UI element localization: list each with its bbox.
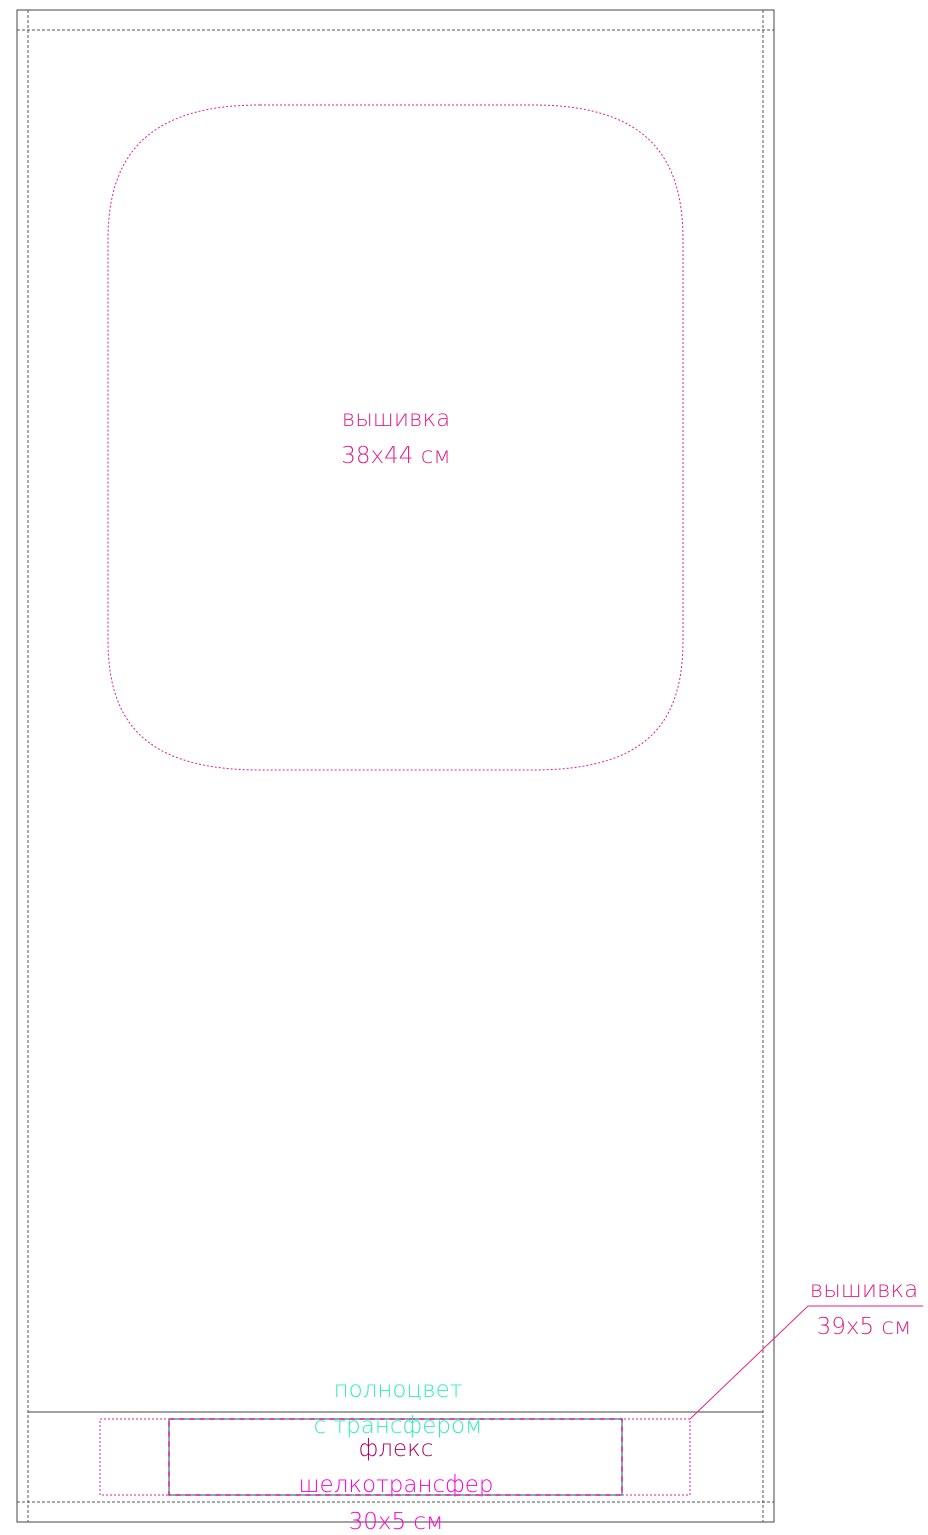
hem-fullcolor-line1: полноцвет	[334, 1377, 463, 1403]
hem-silk-size: 30х5 см	[349, 1509, 444, 1535]
chest-embroidery-zone	[107, 104, 684, 771]
hem-embroidery-size: 39х5 см	[817, 1314, 912, 1340]
hem-embroidery-method: вышивка	[810, 1277, 919, 1303]
print-layout-diagram: вышивка 38х44 см вышивка 39х5 см полноцв…	[16, 9, 923, 1535]
chest-embroidery-size: 38х44 см	[341, 443, 450, 469]
garment-outline	[16, 9, 775, 1523]
chest-embroidery-method: вышивка	[342, 406, 451, 432]
hem-silk-method: шелкотрансфер	[298, 1472, 493, 1498]
hem-flex-method: флекс	[359, 1436, 434, 1462]
